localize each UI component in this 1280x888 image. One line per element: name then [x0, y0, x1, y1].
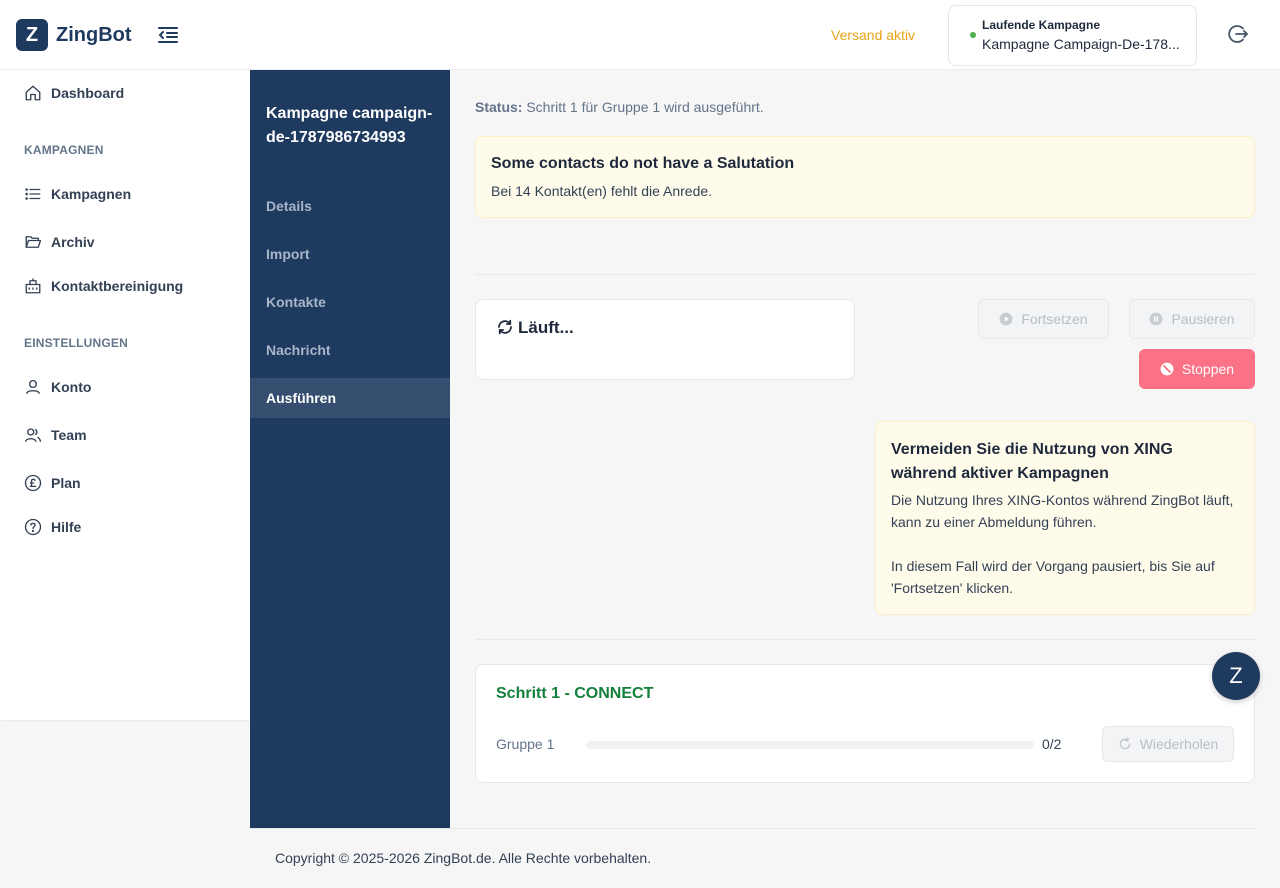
- subnav-item-details[interactable]: Details: [250, 186, 450, 226]
- group-label: Gruppe 1: [496, 736, 555, 752]
- running-campaign-name: Kampagne Campaign-De-178...: [982, 36, 1180, 52]
- sidebar-item-label: Archiv: [51, 234, 95, 250]
- sidebar-item-label: Team: [51, 427, 87, 443]
- user-icon: [24, 378, 42, 396]
- campaign-subnav: Kampagne campaign-de-1787986734993 Detai…: [250, 70, 450, 828]
- home-icon: [24, 84, 42, 102]
- logo-badge: Z: [16, 19, 48, 51]
- subnav-item-contacts[interactable]: Kontakte: [250, 282, 450, 322]
- campaign-title: Kampagne campaign-de-1787986734993: [266, 105, 433, 146]
- sidebar-item-label: Dashboard: [51, 85, 125, 101]
- sidebar-item-label: Plan: [51, 475, 81, 491]
- xing-warning: Vermeiden Sie die Nutzung von XING währe…: [875, 421, 1255, 615]
- footer-copyright: Copyright © 2025-2026 ZingBot.de. Alle R…: [275, 850, 652, 866]
- main-sidebar: Dashboard KAMPAGNEN Kampagnen Archiv Kon…: [0, 70, 250, 720]
- sidebar-item-account[interactable]: Konto: [24, 378, 91, 396]
- sidebar-item-label: Kampagnen: [51, 186, 132, 202]
- running-state-card: Läuft...: [475, 299, 855, 380]
- running-campaign-title: Laufende Kampagne: [982, 18, 1101, 32]
- status-line: Status: Schritt 1 für Gruppe 1 wird ausg…: [475, 99, 764, 115]
- sidebar-item-help[interactable]: Hilfe: [24, 518, 81, 536]
- sidebar-item-campaigns[interactable]: Kampagnen: [24, 185, 131, 203]
- running-label: Läuft...: [518, 318, 574, 337]
- building-icon: [24, 277, 42, 295]
- sidebar-item-team[interactable]: Team: [24, 426, 87, 444]
- play-icon: [999, 312, 1013, 326]
- chat-fab-button[interactable]: Z: [1212, 652, 1260, 700]
- group-progress-count: 0/2: [1042, 736, 1062, 752]
- users-icon: [24, 426, 42, 444]
- section-campaigns: KAMPAGNEN: [24, 143, 104, 157]
- xing-warning-text-2: In diesem Fall wird der Vorgang pausiert…: [891, 558, 1215, 596]
- stop-button-label: Stoppen: [1181, 361, 1235, 377]
- pause-button[interactable]: Pausieren: [1129, 299, 1255, 339]
- sidebar-item-archive[interactable]: Archiv: [24, 233, 95, 251]
- help-circle-icon: [24, 518, 42, 536]
- running-status-dot: [970, 32, 976, 38]
- xing-warning-text-1: Die Nutzung Ihres XING-Kontos während Zi…: [891, 492, 1234, 530]
- running-campaign-box[interactable]: Laufende Kampagne Kampagne Campaign-De-1…: [948, 5, 1197, 66]
- logout-icon[interactable]: [1226, 22, 1250, 46]
- retry-button-label: Wiederholen: [1139, 736, 1219, 752]
- sending-status: Versand aktiv: [831, 27, 916, 43]
- step-card: Schritt 1 - CONNECT Gruppe 1 0/2 Wiederh…: [475, 664, 1255, 783]
- status-text: Schritt 1 für Gruppe 1 wird ausgeführt.: [526, 99, 764, 115]
- sidebar-item-contact-cleanup[interactable]: Kontaktbereinigung: [24, 277, 183, 295]
- stop-icon: [1160, 362, 1174, 376]
- subnav-item-message[interactable]: Nachricht: [250, 330, 450, 370]
- salutation-warning-text: Bei 14 Kontakt(en) fehlt die Anrede.: [491, 183, 713, 199]
- retry-button[interactable]: Wiederholen: [1102, 726, 1234, 762]
- divider: [475, 274, 1255, 275]
- xing-warning-title: Vermeiden Sie die Nutzung von XING währe…: [891, 441, 1173, 482]
- sidebar-item-plan[interactable]: Plan: [24, 474, 81, 492]
- resume-button-label: Fortsetzen: [1021, 311, 1088, 327]
- pause-button-label: Pausieren: [1171, 311, 1235, 327]
- top-header: Z ZingBot Versand aktiv Laufende Kampagn…: [0, 0, 1280, 70]
- pound-circle-icon: [24, 474, 42, 492]
- section-settings: EINSTELLUNGEN: [24, 336, 128, 350]
- sidebar-item-dashboard[interactable]: Dashboard: [24, 84, 124, 102]
- salutation-warning-title: Some contacts do not have a Salutation: [491, 155, 795, 172]
- app-logo[interactable]: Z ZingBot: [16, 19, 132, 51]
- subnav-item-import[interactable]: Import: [250, 234, 450, 274]
- stop-button[interactable]: Stoppen: [1139, 349, 1255, 389]
- pause-icon: [1149, 312, 1163, 326]
- sidebar-item-label: Kontaktbereinigung: [51, 278, 184, 294]
- app-name: ZingBot: [56, 23, 132, 46]
- resume-button[interactable]: Fortsetzen: [978, 299, 1109, 339]
- footer-divider: [250, 828, 1255, 829]
- divider: [475, 639, 1255, 640]
- refresh-icon: [496, 318, 514, 336]
- salutation-warning: Some contacts do not have a Salutation B…: [475, 136, 1255, 218]
- sidebar-item-label: Hilfe: [51, 519, 82, 535]
- refresh-icon: [1118, 737, 1132, 751]
- group-progress-bar: [586, 741, 1034, 749]
- subnav-item-execute[interactable]: Ausführen: [250, 378, 450, 418]
- menu-collapse-icon[interactable]: [156, 23, 180, 47]
- list-icon: [24, 185, 42, 203]
- status-label: Status:: [475, 99, 523, 115]
- sidebar-item-label: Konto: [51, 379, 92, 395]
- folder-open-icon: [24, 233, 42, 251]
- step-title: Schritt 1 - CONNECT: [496, 685, 654, 702]
